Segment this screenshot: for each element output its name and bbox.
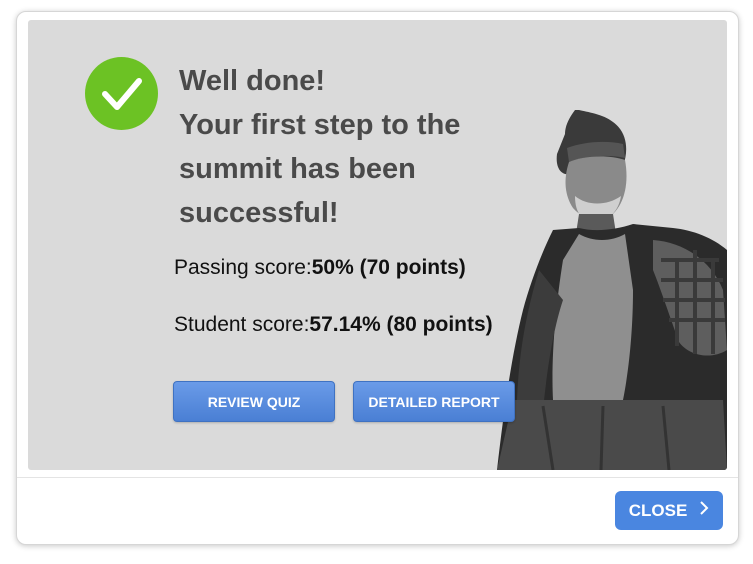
checkmark-icon <box>85 57 158 130</box>
result-dialog: Well done! Your first step to the summit… <box>16 11 739 545</box>
headline-line: summit has been <box>179 153 416 185</box>
result-headline: Well done! Your first step to the summit… <box>179 59 519 235</box>
close-button[interactable]: CLOSE <box>615 491 723 530</box>
mountaineer-photo <box>497 110 727 470</box>
headline-line: successful! <box>179 197 339 229</box>
student-score-value: 57.14% (80 points) <box>309 313 493 336</box>
passing-score-row: Passing score:50% (70 points) <box>174 256 466 280</box>
headline-line: Well done! <box>179 65 326 97</box>
headline-line: Your first step to the <box>179 109 461 141</box>
chevron-right-icon <box>699 499 709 520</box>
footer-divider <box>17 477 738 478</box>
close-button-label: CLOSE <box>628 500 688 520</box>
student-score-row: Student score:57.14% (80 points) <box>174 313 493 337</box>
review-quiz-button[interactable]: REVIEW QUIZ <box>173 381 335 422</box>
student-score-label: Student score: <box>174 313 310 336</box>
passing-score-value: 50% (70 points) <box>311 256 466 279</box>
detailed-report-button[interactable]: DETAILED REPORT <box>353 381 515 422</box>
passing-score-label: Passing score: <box>174 256 312 279</box>
result-panel: Well done! Your first step to the summit… <box>28 20 727 470</box>
